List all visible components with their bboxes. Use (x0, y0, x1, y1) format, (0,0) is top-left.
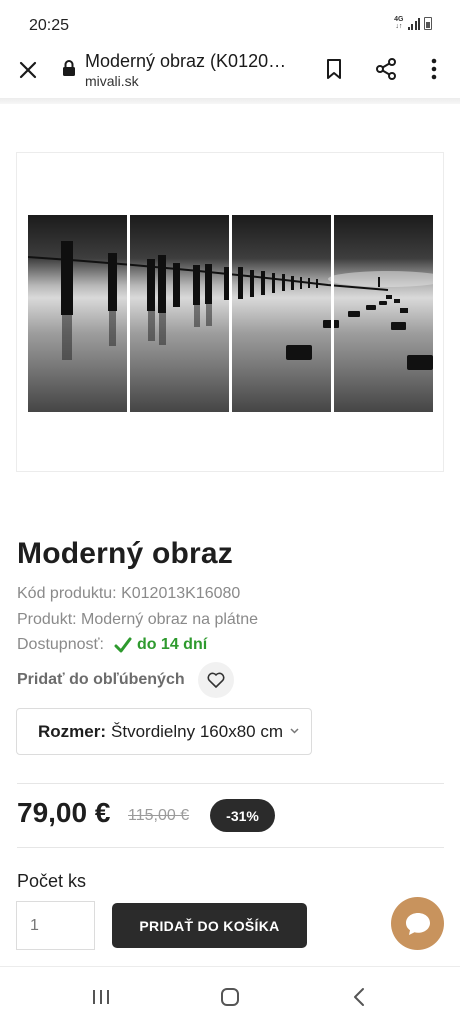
availability-value: do 14 dní (136, 636, 208, 653)
browser-toolbar: Moderný obraz (K01201… mivali.sk (0, 48, 460, 100)
add-to-cart-button[interactable]: PRIDAŤ DO KOŠÍKA (112, 903, 307, 948)
quantity-input[interactable] (16, 901, 95, 950)
four-panel-canvas-image (28, 215, 433, 412)
divider (17, 783, 444, 784)
signal-icon (407, 18, 420, 30)
heart-icon[interactable] (198, 662, 234, 698)
old-price: 115,00 € (128, 807, 190, 824)
size-select-value: Štvordielny 160x80 cm (111, 721, 283, 741)
more-vert-icon[interactable] (421, 56, 447, 82)
network-icon: 4G ↓↑ (394, 16, 404, 30)
chevron-down-icon (290, 728, 299, 734)
availability: Dostupnosť: do 14 dní (17, 636, 207, 654)
size-select[interactable]: Rozmer: Štvordielny 160x80 cm (16, 708, 312, 755)
status-icons: 4G ↓↑ (394, 16, 432, 30)
share-icon[interactable] (373, 56, 399, 82)
discount-badge: -31% (210, 799, 275, 832)
page-title[interactable]: Moderný obraz (K01201… (85, 51, 295, 72)
home-icon[interactable] (218, 985, 242, 1009)
system-nav-bar (0, 966, 460, 1022)
product-type: Produkt: Moderný obraz na plátne (17, 611, 259, 628)
price: 79,00 € (17, 797, 111, 828)
lock-icon (62, 60, 76, 76)
checkmark-icon (114, 637, 132, 653)
divider (17, 847, 444, 848)
recent-apps-icon[interactable] (89, 985, 113, 1009)
page-domain[interactable]: mivali.sk (85, 73, 139, 89)
close-icon[interactable] (16, 58, 40, 82)
size-select-label: Rozmer: (38, 721, 107, 741)
chat-icon[interactable] (391, 897, 444, 950)
status-time: 20:25 (29, 17, 70, 34)
back-icon[interactable] (347, 985, 371, 1009)
toolbar-divider (0, 98, 460, 104)
add-to-favorites-label[interactable]: Pridať do obľúbených (17, 671, 185, 689)
availability-label: Dostupnosť: (17, 636, 104, 653)
product-code: Kód produktu: K012013K16080 (17, 585, 241, 602)
battery-icon (424, 17, 432, 30)
quantity-label: Počet ks (17, 871, 87, 891)
product-image[interactable] (16, 152, 444, 472)
status-bar: 20:25 4G ↓↑ (0, 0, 460, 48)
product-title: Moderný obraz (17, 537, 233, 570)
bookmark-icon[interactable] (321, 56, 347, 82)
